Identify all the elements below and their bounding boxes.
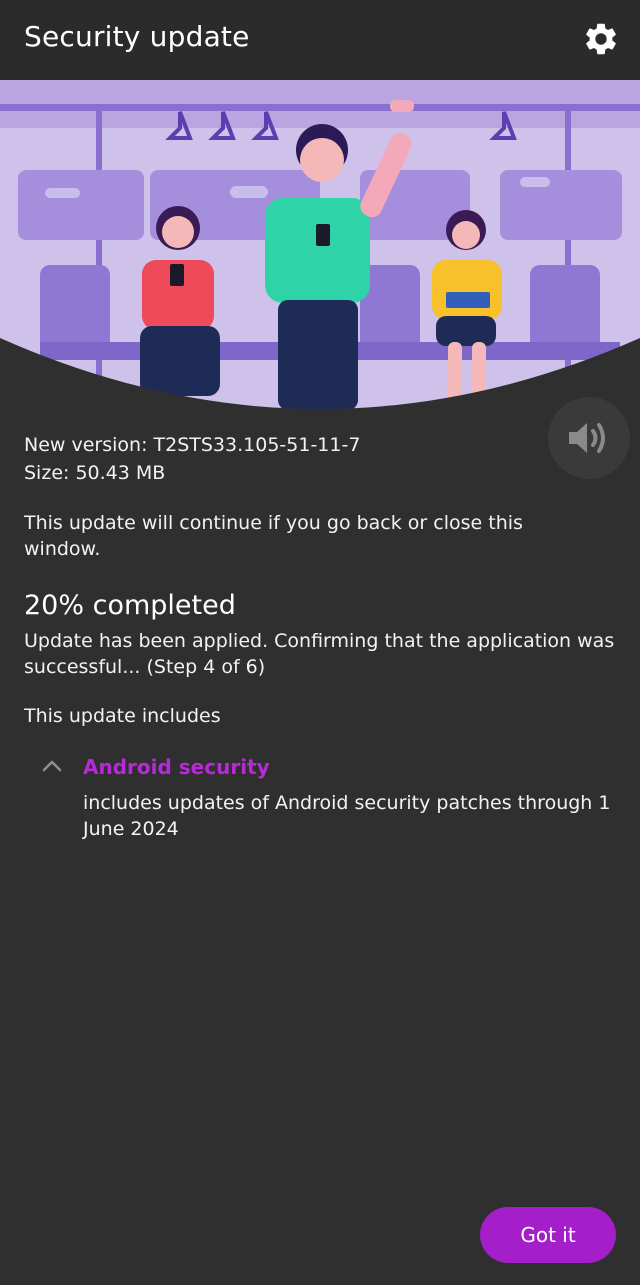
progress-percent-title: 20% completed xyxy=(24,590,236,621)
includes-heading: This update includes xyxy=(24,705,221,727)
sound-toggle-button[interactable] xyxy=(548,397,630,479)
update-size-text: Size: 50.43 MB xyxy=(24,462,166,484)
android-security-title[interactable]: Android security xyxy=(83,755,270,779)
got-it-button[interactable]: Got it xyxy=(480,1207,616,1263)
gear-icon[interactable] xyxy=(582,20,620,58)
top-app-bar: Security update xyxy=(0,0,640,80)
continue-notice: This update will continue if you go back… xyxy=(24,512,523,560)
progress-description: Update has been applied. Confirming that… xyxy=(24,630,615,678)
new-version-text: New version: T2STS33.105-51-11-7 xyxy=(24,434,361,456)
page-title: Security update xyxy=(24,20,250,53)
subway-illustration xyxy=(0,80,640,410)
android-security-description: includes updates of Android security pat… xyxy=(83,792,611,840)
speaker-icon xyxy=(569,423,605,453)
chevron-up-icon[interactable] xyxy=(40,756,64,776)
